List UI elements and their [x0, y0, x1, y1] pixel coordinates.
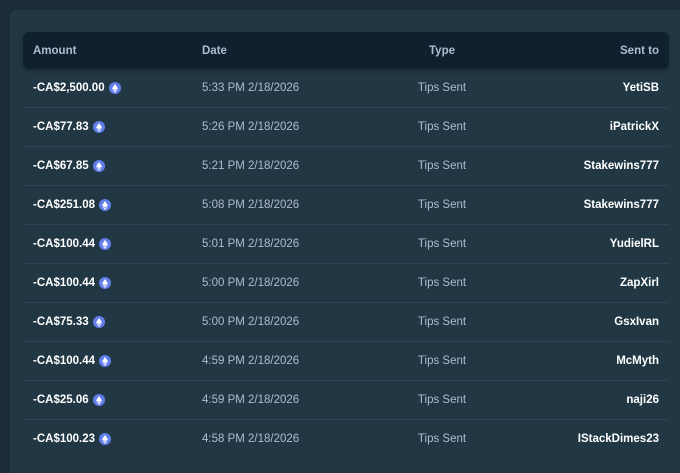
ethereum-icon: [92, 394, 105, 406]
amount-value: -CA$67.85: [33, 160, 89, 172]
table-row: -CA$251.08 5:08 PM 2/18/2026 Tips Sent Stak…: [23, 186, 669, 225]
type-cell: Tips Sent: [417, 160, 467, 172]
sent-to-cell: ZapXirl: [512, 277, 669, 289]
table-body: -CA$2,500.00 5:33 PM 2/18/2026 Tips Sent Ye…: [23, 69, 669, 458]
date-cell: 4:59 PM 2/18/2026: [202, 394, 300, 406]
sent-to-cell: GsxIvan: [512, 316, 669, 328]
date-cell: 5:01 PM 2/18/2026: [202, 238, 300, 250]
date-cell: 5:26 PM 2/18/2026: [202, 121, 300, 133]
date-cell: 4:59 PM 2/18/2026: [202, 355, 300, 367]
type-cell: Tips Sent: [417, 121, 467, 133]
ethereum-icon: [92, 121, 105, 133]
amount-cell: -CA$2,500.00: [23, 82, 202, 94]
recipient-name: ZapXirl: [620, 277, 659, 289]
table-row: -CA$100.23 4:58 PM 2/18/2026 Tips Sent ISta…: [23, 420, 669, 458]
ethereum-icon: [99, 238, 112, 250]
amount-cell: -CA$251.08: [23, 199, 202, 211]
column-header-amount: Amount: [33, 44, 77, 57]
sent-to-cell: Stakewins777: [512, 160, 669, 172]
table-row: -CA$100.44 5:00 PM 2/18/2026 Tips Sent ZapX…: [23, 264, 669, 303]
sent-to-cell: naji26: [512, 394, 669, 406]
date-cell: 5:00 PM 2/18/2026: [202, 316, 300, 328]
type-cell: Tips Sent: [417, 82, 467, 94]
sent-to-cell: IStackDimes23: [512, 433, 669, 445]
amount-cell: -CA$100.44: [23, 238, 202, 250]
type-cell: Tips Sent: [417, 355, 467, 367]
type-cell: Tips Sent: [417, 199, 467, 211]
sent-to-cell: McMyth: [512, 355, 669, 367]
type-cell: Tips Sent: [417, 277, 467, 289]
transactions-table: Amount Date Type Sent to -CA$2,500.00 5:3…: [23, 32, 669, 458]
date-cell: 4:58 PM 2/18/2026: [202, 433, 300, 445]
table-row: -CA$77.83 5:26 PM 2/18/2026 Tips Sent iPatr…: [23, 108, 669, 147]
recipient-name: naji26: [626, 394, 659, 406]
amount-value: -CA$100.44: [33, 355, 96, 367]
column-header-date: Date: [202, 44, 227, 57]
recipient-name: Stakewins777: [583, 160, 659, 172]
table-row: -CA$100.44 5:01 PM 2/18/2026 Tips Sent Yudi…: [23, 225, 669, 264]
amount-cell: -CA$75.33: [23, 316, 202, 328]
amount-value: -CA$25.06: [33, 394, 89, 406]
recipient-name: Stakewins777: [583, 199, 659, 211]
amount-cell: -CA$100.23: [23, 433, 202, 445]
amount-value: -CA$100.23: [33, 433, 96, 445]
table-row: -CA$67.85 5:21 PM 2/18/2026 Tips Sent Stake…: [23, 147, 669, 186]
recipient-name: IStackDimes23: [577, 433, 659, 445]
recipient-name: iPatrickX: [609, 121, 659, 133]
recipient-name: YudielRL: [609, 238, 659, 250]
recipient-name: GsxIvan: [614, 316, 659, 328]
type-cell: Tips Sent: [417, 394, 467, 406]
date-cell: 5:00 PM 2/18/2026: [202, 277, 300, 289]
sent-to-cell: YudielRL: [512, 238, 669, 250]
date-cell: 5:21 PM 2/18/2026: [202, 160, 300, 172]
amount-value: -CA$75.33: [33, 316, 89, 328]
ethereum-icon: [108, 82, 121, 94]
ethereum-icon: [92, 316, 105, 328]
ethereum-icon: [99, 199, 112, 211]
date-cell: 5:08 PM 2/18/2026: [202, 199, 300, 211]
sent-to-cell: YetiSB: [512, 82, 669, 94]
date-cell: 5:33 PM 2/18/2026: [202, 82, 300, 94]
table-row: -CA$2,500.00 5:33 PM 2/18/2026 Tips Sent Ye…: [23, 69, 669, 108]
amount-cell: -CA$77.83: [23, 121, 202, 133]
type-cell: Tips Sent: [417, 316, 467, 328]
sent-to-cell: iPatrickX: [512, 121, 669, 133]
table-header: Amount Date Type Sent to: [23, 32, 669, 69]
ethereum-icon: [92, 160, 105, 172]
amount-cell: -CA$100.44: [23, 355, 202, 367]
type-cell: Tips Sent: [417, 238, 467, 250]
amount-value: -CA$100.44: [33, 277, 96, 289]
amount-value: -CA$77.83: [33, 121, 89, 133]
ethereum-icon: [99, 433, 112, 445]
table-row: -CA$25.06 4:59 PM 2/18/2026 Tips Sent naji2…: [23, 381, 669, 420]
column-header-type: Type: [429, 44, 455, 57]
amount-cell: -CA$67.85: [23, 160, 202, 172]
transactions-panel: Amount Date Type Sent to -CA$2,500.00 5:3…: [10, 10, 680, 473]
table-row: -CA$100.44 4:59 PM 2/18/2026 Tips Sent McMy…: [23, 342, 669, 381]
amount-value: -CA$2,500.00: [33, 82, 105, 94]
amount-cell: -CA$100.44: [23, 277, 202, 289]
ethereum-icon: [99, 355, 112, 367]
column-header-sent-to: Sent to: [620, 44, 659, 57]
ethereum-icon: [99, 277, 112, 289]
table-row: -CA$75.33 5:00 PM 2/18/2026 Tips Sent GsxIv…: [23, 303, 669, 342]
amount-cell: -CA$25.06: [23, 394, 202, 406]
recipient-name: YetiSB: [622, 82, 659, 94]
amount-value: -CA$100.44: [33, 238, 96, 250]
sent-to-cell: Stakewins777: [512, 199, 669, 211]
recipient-name: McMyth: [616, 355, 659, 367]
amount-value: -CA$251.08: [33, 199, 96, 211]
type-cell: Tips Sent: [417, 433, 467, 445]
